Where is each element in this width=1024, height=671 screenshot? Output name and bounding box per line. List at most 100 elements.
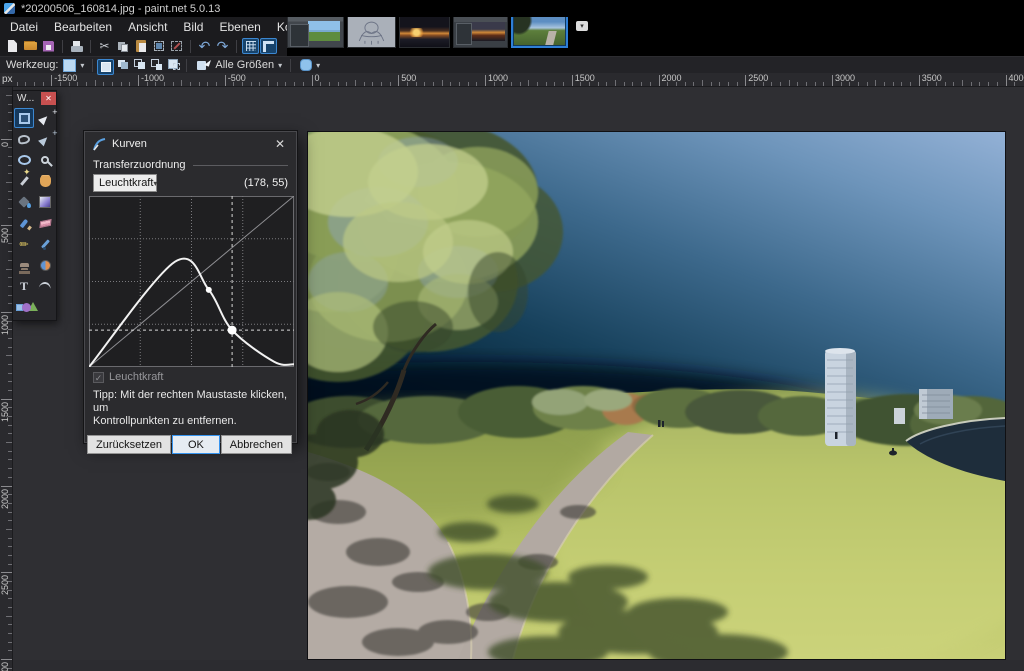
copy-button[interactable] (114, 38, 131, 54)
paintbrush-tool[interactable] (14, 213, 34, 233)
image-tab-4[interactable] (453, 15, 508, 48)
size-dropdown-caret[interactable]: ▾ (278, 61, 282, 70)
open-file-button[interactable] (22, 38, 39, 54)
clone-stamp-tool[interactable] (14, 255, 34, 275)
lasso-select-tool[interactable] (14, 129, 34, 149)
selection-mode-replace[interactable] (97, 59, 114, 75)
ruler-tick (433, 82, 434, 86)
ruler-label: 0 (0, 142, 10, 147)
rulers-toggle-button[interactable] (260, 38, 277, 54)
ruler-tick (936, 82, 937, 86)
ruler-tick (8, 459, 12, 460)
selection-mode-intersect[interactable] (148, 56, 165, 72)
magic-wand-tool[interactable] (14, 171, 34, 191)
ruler-tick (8, 512, 12, 513)
text-icon (20, 279, 28, 294)
reset-button[interactable]: Zurücksetzen (87, 435, 171, 454)
cancel-button[interactable]: Abbrechen (221, 435, 292, 454)
tab-thumbnail-sketch (348, 16, 395, 47)
curves-close-icon[interactable]: ✕ (272, 137, 288, 151)
ruler-tick (502, 82, 503, 86)
recolor-tool[interactable] (35, 255, 55, 275)
ruler-tick (8, 373, 12, 374)
tools-grid (13, 106, 56, 320)
ruler-tick (988, 82, 989, 86)
curves-dialog-title: Kurven (112, 138, 147, 150)
image-tab-3[interactable] (399, 15, 450, 48)
ruler-tick (6, 529, 12, 530)
crop-to-selection-button[interactable] (150, 38, 167, 54)
ruler-label: -1000 (141, 73, 164, 83)
antialias-mode-button[interactable] (300, 59, 312, 71)
menu-datei[interactable]: Datei (2, 20, 46, 34)
eraser-tool[interactable] (35, 213, 55, 233)
paint-bucket-tool[interactable] (14, 192, 34, 212)
move-selection-tool[interactable] (35, 129, 55, 149)
image-tab-1[interactable] (287, 15, 344, 48)
active-control-point[interactable] (228, 326, 237, 335)
line-curve-tool[interactable] (35, 276, 55, 296)
ruler-tick (476, 82, 477, 86)
tool-dropdown-caret[interactable]: ▾ (80, 61, 84, 70)
undo-button[interactable] (196, 38, 213, 54)
pan-tool[interactable] (35, 171, 55, 191)
zoom-tool[interactable] (35, 150, 55, 170)
image-tab-2[interactable] (347, 15, 396, 48)
antialias-dropdown-caret[interactable]: ▾ (316, 61, 320, 70)
ruler-tick (572, 75, 573, 86)
ruler-tick (849, 82, 850, 86)
ruler-tick (69, 82, 70, 86)
rectangle-select-tool[interactable] (14, 108, 34, 128)
menu-bearbeiten[interactable]: Bearbeiten (46, 20, 120, 34)
control-point[interactable] (206, 287, 212, 293)
menu-bar: DateiBearbeitenAnsichtBildEbenenKorrektu… (0, 17, 287, 36)
text-tool[interactable] (14, 276, 34, 296)
ruler-tick (806, 82, 807, 86)
move-selected-pixels-tool[interactable] (35, 108, 55, 128)
print-button[interactable] (68, 38, 85, 54)
canvas[interactable] (308, 132, 1005, 659)
curves-dialog-titlebar[interactable]: Kurven ✕ (85, 132, 296, 156)
ruler-tick (8, 590, 12, 591)
cut-button[interactable] (96, 38, 113, 54)
gradient-tool[interactable] (35, 192, 55, 212)
separator (90, 40, 91, 53)
ruler-tick (693, 82, 694, 86)
ruler-tick (8, 433, 12, 434)
selection-mode-subtract[interactable] (131, 56, 148, 72)
save-file-button[interactable] (40, 38, 57, 54)
ruler-tick (763, 82, 764, 86)
ruler-tick (8, 546, 12, 547)
luminosity-checkbox[interactable]: ✓ (93, 372, 104, 383)
menu-ansicht[interactable]: Ansicht (120, 20, 175, 34)
new-file-button[interactable] (4, 38, 21, 54)
tools-window-close-button[interactable]: ✕ (41, 92, 56, 105)
header: DateiBearbeitenAnsichtBildEbenenKorrektu… (0, 17, 287, 56)
ruler-tick (823, 82, 824, 86)
paste-button[interactable] (132, 38, 149, 54)
ruler-tick (537, 82, 538, 86)
ruler-tick (1006, 75, 1007, 86)
ruler-tick (6, 442, 12, 443)
pencil-tool[interactable] (14, 234, 34, 254)
selection-size-mode[interactable]: Alle Größen (215, 59, 274, 71)
color-picker-tool[interactable] (35, 234, 55, 254)
ruler-tick (650, 82, 651, 86)
tower (825, 348, 856, 446)
selection-mode-invert[interactable] (165, 56, 182, 72)
active-tool-button[interactable] (63, 59, 76, 72)
selection-mode-add[interactable] (114, 56, 131, 72)
channel-select[interactable]: Leuchtkraft ▾ (93, 174, 157, 192)
tools-window-titlebar[interactable]: W... ✕ (13, 91, 56, 106)
image-list-button[interactable]: ▾ (576, 21, 588, 31)
ruler-tick (8, 503, 12, 504)
menu-bild[interactable]: Bild (175, 20, 211, 34)
curve-plot[interactable] (89, 196, 294, 367)
ok-button[interactable]: OK (172, 435, 220, 454)
deselect-button[interactable] (168, 38, 185, 54)
shapes-tool[interactable] (14, 297, 34, 317)
ruler-tick (138, 75, 139, 86)
redo-button[interactable] (214, 38, 231, 54)
menu-ebenen[interactable]: Ebenen (211, 20, 268, 34)
grid-toggle-button[interactable] (242, 38, 259, 54)
